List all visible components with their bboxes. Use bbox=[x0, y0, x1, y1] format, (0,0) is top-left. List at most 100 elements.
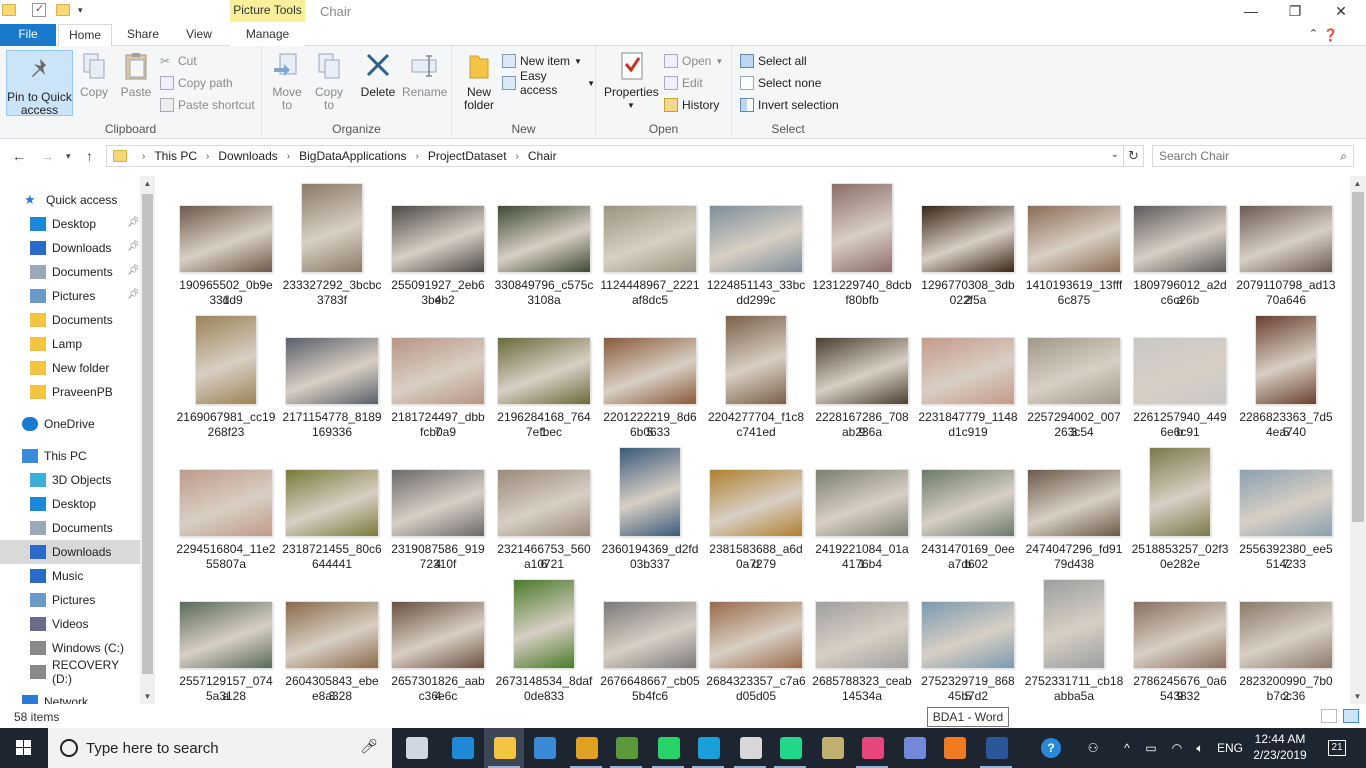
file-item[interactable]: 2294516804_11e2 55807a bbox=[176, 446, 276, 580]
taskbar-app-pycharm[interactable] bbox=[770, 728, 810, 768]
file-item[interactable]: 2474047296_fd91 79d438 bbox=[1024, 446, 1124, 580]
file-item[interactable]: 2676648667_cb05 5b4fc6 bbox=[600, 578, 700, 704]
taskbar-app-git[interactable] bbox=[606, 728, 646, 768]
sidebar-item-music[interactable]: Music bbox=[0, 564, 140, 588]
sidebar-item-downloads[interactable]: Downloads 📌︎ bbox=[0, 236, 140, 260]
forward-arrow-icon[interactable]: → bbox=[40, 148, 54, 164]
sidebar-item-3d-objects[interactable]: 3D Objects bbox=[0, 468, 140, 492]
file-item[interactable]: 2604305843_ebe3 e8a328 bbox=[282, 578, 382, 704]
paste-shortcut-button[interactable]: Paste shortcut bbox=[160, 96, 255, 114]
sidebar-item-windows-c[interactable]: Windows (C:) bbox=[0, 636, 140, 660]
taskbar-app-discord[interactable] bbox=[894, 728, 934, 768]
people-icon[interactable]: ⚇ bbox=[1080, 728, 1106, 768]
chevron-up-icon[interactable]: ⌃ bbox=[1309, 27, 1318, 40]
file-item[interactable]: 2431470169_0eeb a7d602 bbox=[918, 446, 1018, 580]
new-folder-icon[interactable] bbox=[56, 4, 70, 16]
select-none-button[interactable]: Select none bbox=[740, 74, 821, 92]
paste-button[interactable]: Paste bbox=[118, 50, 154, 99]
notifications-button[interactable]: 21 bbox=[1320, 728, 1354, 768]
taskbar-app-mail[interactable] bbox=[730, 728, 770, 768]
tab-view[interactable]: View bbox=[176, 24, 222, 46]
file-item[interactable]: 2752329719_8685 45b7d2 bbox=[918, 578, 1018, 704]
microphone-icon[interactable]: 🎤︎ bbox=[360, 738, 378, 755]
sidebar-item-desktop[interactable]: Desktop bbox=[0, 492, 140, 516]
breadcrumb-chair[interactable]: Chair bbox=[528, 149, 557, 163]
file-item[interactable]: 1124448967_2221 af8dc5 bbox=[600, 182, 700, 316]
language-indicator[interactable]: ENG bbox=[1214, 728, 1246, 768]
file-item[interactable]: 2171154778_8189 169336 bbox=[282, 314, 382, 448]
copy-to-button[interactable]: Copy to bbox=[312, 50, 346, 112]
breadcrumb-projectdataset[interactable]: ProjectDataset bbox=[428, 149, 507, 163]
scrollbar-thumb[interactable] bbox=[142, 194, 153, 674]
breadcrumb-downloads[interactable]: Downloads bbox=[218, 149, 277, 163]
open-button[interactable]: Open ▼ bbox=[664, 52, 723, 70]
address-bar[interactable]: › This PC › Downloads › BigDataApplicati… bbox=[106, 145, 1124, 167]
taskbar-app-app-orange[interactable] bbox=[934, 728, 974, 768]
cut-button[interactable]: ✂ Cut bbox=[160, 52, 197, 70]
sidebar-item-this-pc[interactable]: This PC bbox=[0, 444, 140, 468]
file-item[interactable]: 2685788323_ceab 14534a bbox=[812, 578, 912, 704]
file-item[interactable]: 2419221084_01a1 4176b4 bbox=[812, 446, 912, 580]
file-item[interactable]: 2169067981_cc19 268f23 bbox=[176, 314, 276, 448]
volume-icon[interactable]: 🔈︎ bbox=[1190, 728, 1210, 768]
taskbar-app-intellij[interactable] bbox=[852, 728, 892, 768]
maximize-button[interactable]: ❐ bbox=[1272, 0, 1318, 24]
sidebar-item-quick-access[interactable]: ★ Quick access bbox=[0, 188, 140, 212]
sidebar-item-documents[interactable]: Documents bbox=[0, 308, 140, 332]
properties-button[interactable]: Properties ▼ bbox=[604, 50, 659, 112]
copy-button[interactable]: Copy bbox=[77, 50, 111, 99]
file-item[interactable]: 2673148534_8daf 0de833 bbox=[494, 578, 594, 704]
file-item[interactable]: 2657301826_aab4 c36e6c bbox=[388, 578, 488, 704]
file-item[interactable]: 2181724497_dbb7 fcb0a9 bbox=[388, 314, 488, 448]
sidebar-item-recovery-d[interactable]: RECOVERY (D:) bbox=[0, 658, 140, 686]
file-item[interactable]: 2786245676_0a69 543832 bbox=[1130, 578, 1230, 704]
taskbar-app-whatsapp[interactable] bbox=[648, 728, 688, 768]
file-item[interactable]: 2319087586_9194 72310f bbox=[388, 446, 488, 580]
file-item[interactable]: 2752331711_cb18 abba5a bbox=[1024, 578, 1124, 704]
file-item[interactable]: 2257294002_0073 263c54 bbox=[1024, 314, 1124, 448]
edit-button[interactable]: Edit bbox=[664, 74, 703, 92]
file-item[interactable]: 330849796_c575c 3108a bbox=[494, 182, 594, 316]
copy-path-button[interactable]: Copy path bbox=[160, 74, 233, 92]
minimize-button[interactable]: — bbox=[1228, 0, 1274, 24]
sidebar-item-new-folder[interactable]: New folder bbox=[0, 356, 140, 380]
clock[interactable]: 12:44 AM 2/23/2019 bbox=[1248, 731, 1312, 763]
sidebar-item-pictures[interactable]: Pictures 📌︎ bbox=[0, 284, 140, 308]
file-item[interactable]: 2286823363_7d55 4ea740 bbox=[1236, 314, 1336, 448]
help-icon[interactable]: ❓ bbox=[1323, 28, 1338, 42]
separator-chevron-icon[interactable]: › bbox=[206, 151, 209, 162]
sidebar-item-videos[interactable]: Videos bbox=[0, 612, 140, 636]
breadcrumb-this-pc[interactable]: This PC bbox=[154, 149, 197, 163]
taskbar-app-word[interactable] bbox=[976, 728, 1016, 768]
file-item[interactable]: 190965502_0b9ed 331d9 bbox=[176, 182, 276, 316]
breadcrumb-bigdataapplications[interactable]: BigDataApplications bbox=[299, 149, 406, 163]
file-item[interactable]: 233327292_3bcbc 3783f bbox=[282, 182, 382, 316]
taskbar-app-file-explorer[interactable] bbox=[484, 728, 524, 768]
file-item[interactable]: 1296770308_3db2 022f5a bbox=[918, 182, 1018, 316]
taskbar-app-store[interactable] bbox=[524, 728, 564, 768]
sidebar-item-documents[interactable]: Documents bbox=[0, 516, 140, 540]
taskbar-search-box[interactable]: Type here to search 🎤︎ bbox=[48, 728, 392, 768]
sidebar-item-network[interactable]: Network bbox=[0, 690, 140, 704]
customize-qat-icon[interactable]: ▾ bbox=[78, 5, 83, 16]
taskbar-app-edge[interactable] bbox=[442, 728, 482, 768]
invert-selection-button[interactable]: Invert selection bbox=[740, 96, 839, 114]
new-folder-button[interactable]: New folder bbox=[462, 50, 496, 112]
navigation-pane-scrollbar[interactable]: ▲ ▼ bbox=[140, 176, 155, 704]
separator-chevron-icon[interactable]: › bbox=[287, 151, 290, 162]
move-to-button[interactable]: Move to bbox=[270, 50, 304, 112]
file-item[interactable]: 2823200990_7b02 b7cc36 bbox=[1236, 578, 1336, 704]
search-box[interactable]: ⌕ bbox=[1152, 145, 1354, 167]
sidebar-item-onedrive[interactable]: OneDrive bbox=[0, 412, 140, 436]
file-item[interactable]: 2321466753_5606 a10721 bbox=[494, 446, 594, 580]
file-item[interactable]: 1231229740_8dcb f80bfb bbox=[812, 182, 912, 316]
properties-icon[interactable] bbox=[32, 2, 46, 17]
large-icons-view-button[interactable] bbox=[1343, 709, 1359, 723]
wifi-icon[interactable]: ◠ bbox=[1166, 728, 1188, 768]
separator-chevron-icon[interactable]: › bbox=[416, 151, 419, 162]
file-item[interactable]: 255091927_2eb64 3beb2 bbox=[388, 182, 488, 316]
scroll-down-icon[interactable]: ▼ bbox=[140, 689, 155, 704]
file-item[interactable]: 2201222219_8d65 6b0633 bbox=[600, 314, 700, 448]
file-item[interactable]: 2079110798_ad13 70a646 bbox=[1236, 182, 1336, 316]
pin-to-quick-access-button[interactable]: Pin to Quick access bbox=[6, 50, 73, 117]
